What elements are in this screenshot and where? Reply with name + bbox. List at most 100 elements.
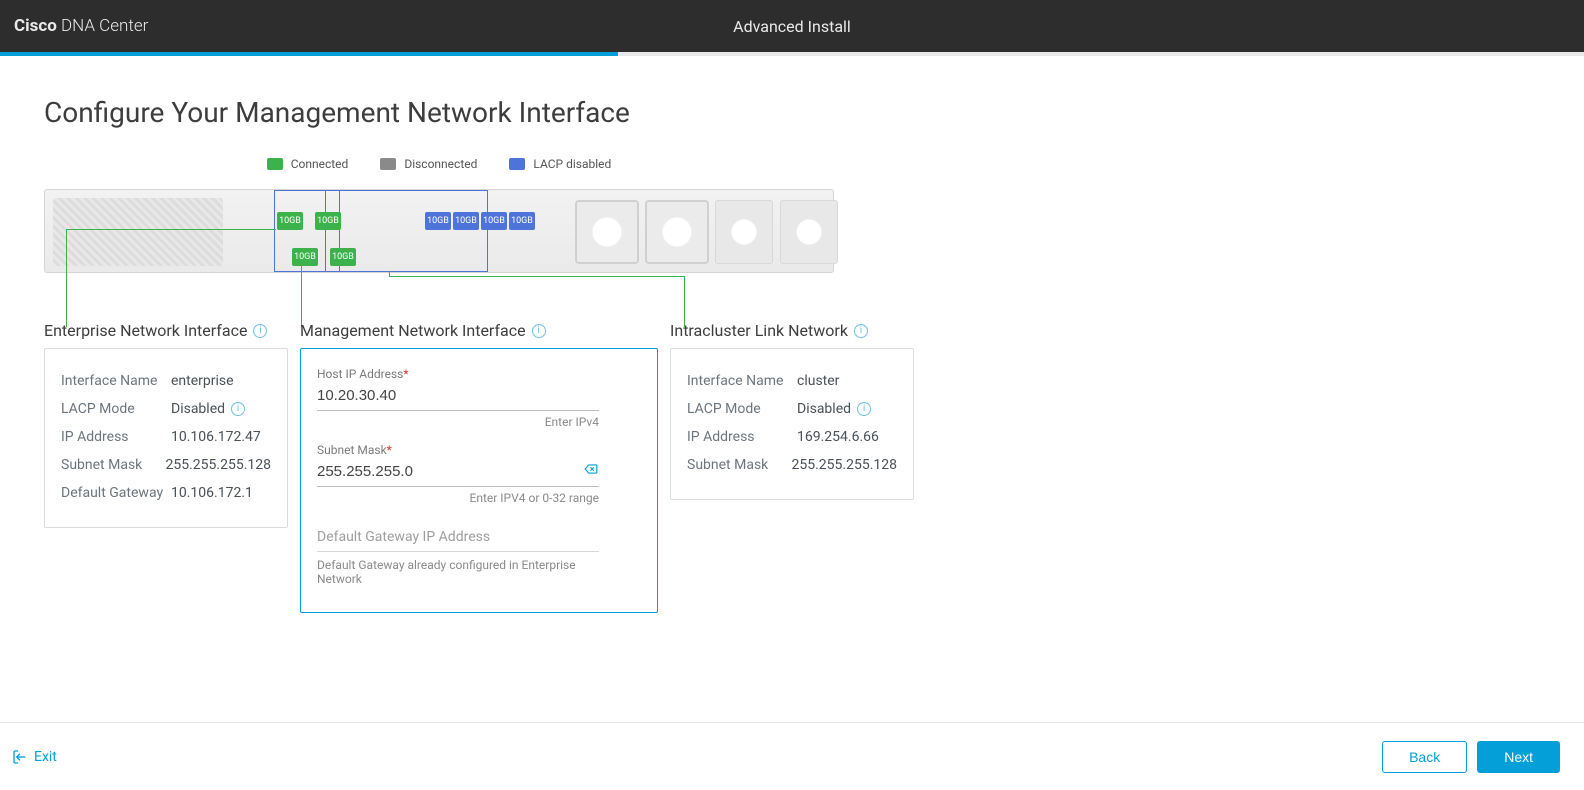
value-subnet-mask: 255.255.255.128 — [792, 457, 898, 473]
enterprise-title-row: Enterprise Network Interface i — [44, 321, 288, 340]
management-card: Host IP Address* Enter IPv4 Subnet Mask* — [300, 348, 658, 613]
brand: Cisco DNA Center — [14, 16, 148, 36]
port-connected[interactable]: 10GB — [315, 212, 341, 230]
port-connected[interactable]: 10GB — [292, 248, 318, 266]
info-icon[interactable]: i — [532, 324, 546, 338]
conn-line — [66, 229, 276, 230]
exit-icon — [12, 749, 28, 765]
page-title: Configure Your Management Network Interf… — [44, 96, 1540, 129]
conn-line — [684, 276, 685, 327]
host-ip-input[interactable] — [317, 381, 599, 411]
port-lacp-disabled[interactable]: 10GB — [509, 212, 535, 230]
required-asterisk: * — [387, 443, 392, 457]
info-icon[interactable]: i — [857, 402, 871, 416]
psu-icon — [780, 200, 838, 264]
kv-row: IP Address 10.106.172.47 — [61, 423, 271, 451]
subnet-mask-input[interactable] — [317, 457, 599, 487]
brand-bold: Cisco — [14, 16, 57, 36]
kv-row: Interface Name cluster — [687, 367, 897, 395]
label-subnet-mask: Subnet Mask — [687, 457, 792, 473]
legend-connected-label: Connected — [291, 157, 349, 171]
exit-label: Exit — [34, 749, 57, 765]
label-interface-name: Interface Name — [61, 373, 171, 389]
label-host-ip-text: Host IP Address — [317, 367, 403, 381]
value-ip-address: 169.254.6.66 — [797, 429, 879, 445]
label-lacp-mode: LACP Mode — [687, 401, 797, 417]
legend: Connected Disconnected LACP disabled — [44, 157, 834, 171]
help-host-ip: Enter IPv4 — [317, 415, 599, 429]
info-icon[interactable]: i — [253, 324, 267, 338]
conn-line — [389, 276, 684, 277]
port-connected[interactable]: 10GB — [277, 212, 303, 230]
enterprise-column: Enterprise Network Interface i Interface… — [44, 321, 288, 613]
label-ip-address: IP Address — [61, 429, 171, 445]
value-ip-address: 10.106.172.47 — [171, 429, 261, 445]
fan-icon — [645, 200, 709, 264]
conn-line — [301, 266, 302, 327]
value-lacp-mode-text: Disabled — [171, 401, 225, 417]
help-subnet: Enter IPV4 or 0-32 range — [317, 491, 599, 505]
brand-light: DNA Center — [61, 16, 148, 36]
kv-row: Default Gateway 10.106.172.1 — [61, 479, 271, 507]
label-subnet-text: Subnet Mask — [317, 443, 387, 457]
chassis-diagram: 10GB 10GB 10GB 10GB 10GB 10GB 10GB 10GB — [44, 181, 834, 311]
subnet-input-wrap — [317, 457, 599, 487]
cluster-card: Interface Name cluster LACP Mode Disable… — [670, 348, 914, 500]
value-default-gateway: 10.106.172.1 — [171, 485, 253, 501]
cluster-title: Intracluster Link Network — [670, 321, 848, 340]
cluster-column: Intracluster Link Network i Interface Na… — [670, 321, 914, 613]
port-lacp-disabled[interactable]: 10GB — [453, 212, 479, 230]
label-default-gateway: Default Gateway — [61, 485, 171, 501]
enterprise-title: Enterprise Network Interface — [44, 321, 247, 340]
legend-connected: Connected — [267, 157, 349, 171]
legend-disconnected-label: Disconnected — [404, 157, 477, 171]
label-subnet: Subnet Mask* — [317, 443, 641, 457]
port-lacp-disabled[interactable]: 10GB — [481, 212, 507, 230]
port-lacp-disabled[interactable]: 10GB — [425, 212, 451, 230]
value-lacp-mode-text: Disabled — [797, 401, 851, 417]
exit-link[interactable]: Exit — [12, 749, 57, 765]
back-button[interactable]: Back — [1382, 741, 1467, 773]
legend-lacp: LACP disabled — [509, 157, 611, 171]
info-icon[interactable]: i — [231, 402, 245, 416]
label-interface-name: Interface Name — [687, 373, 797, 389]
legend-swatch-gray — [380, 158, 396, 170]
fan-icon — [575, 200, 639, 264]
default-gateway-ghost[interactable]: Default Gateway IP Address — [317, 523, 599, 552]
footer: Exit Back Next — [0, 722, 1584, 790]
psu-icon — [715, 200, 773, 264]
form-group-gateway: Default Gateway IP Address Default Gatew… — [317, 523, 641, 586]
management-title-row: Management Network Interface i — [300, 321, 658, 340]
management-title: Management Network Interface — [300, 321, 526, 340]
label-lacp-mode: LACP Mode — [61, 401, 171, 417]
kv-row: Subnet Mask 255.255.255.128 — [61, 451, 271, 479]
next-button[interactable]: Next — [1477, 741, 1560, 773]
value-lacp-mode: Disabled i — [797, 401, 871, 417]
form-group-host-ip: Host IP Address* Enter IPv4 — [317, 367, 641, 429]
label-subnet-mask: Subnet Mask — [61, 457, 166, 473]
footer-buttons: Back Next — [1382, 741, 1560, 773]
value-interface-name: cluster — [797, 373, 839, 389]
form-group-subnet: Subnet Mask* Enter IPV4 or 0-32 range — [317, 443, 641, 505]
label-ip-address: IP Address — [687, 429, 797, 445]
enterprise-card: Interface Name enterprise LACP Mode Disa… — [44, 348, 288, 528]
legend-swatch-blue — [509, 158, 525, 170]
clear-input-icon[interactable] — [583, 461, 599, 477]
gateway-note: Default Gateway already configured in En… — [317, 558, 599, 586]
value-interface-name: enterprise — [171, 373, 234, 389]
port-connected[interactable]: 10GB — [330, 248, 356, 266]
label-host-ip: Host IP Address* — [317, 367, 641, 381]
kv-row: IP Address 169.254.6.66 — [687, 423, 897, 451]
app-header: Cisco DNA Center Advanced Install — [0, 0, 1584, 52]
kv-row: LACP Mode Disabled i — [687, 395, 897, 423]
management-column: Management Network Interface i Host IP A… — [300, 321, 658, 613]
chassis-body: 10GB 10GB 10GB 10GB 10GB 10GB 10GB 10GB — [44, 189, 834, 273]
value-lacp-mode: Disabled i — [171, 401, 245, 417]
required-asterisk: * — [403, 367, 408, 381]
kv-row: Subnet Mask 255.255.255.128 — [687, 451, 897, 479]
legend-swatch-green — [267, 158, 283, 170]
kv-row: LACP Mode Disabled i — [61, 395, 271, 423]
cluster-title-row: Intracluster Link Network i — [670, 321, 914, 340]
legend-lacp-label: LACP disabled — [533, 157, 611, 171]
info-icon[interactable]: i — [854, 324, 868, 338]
